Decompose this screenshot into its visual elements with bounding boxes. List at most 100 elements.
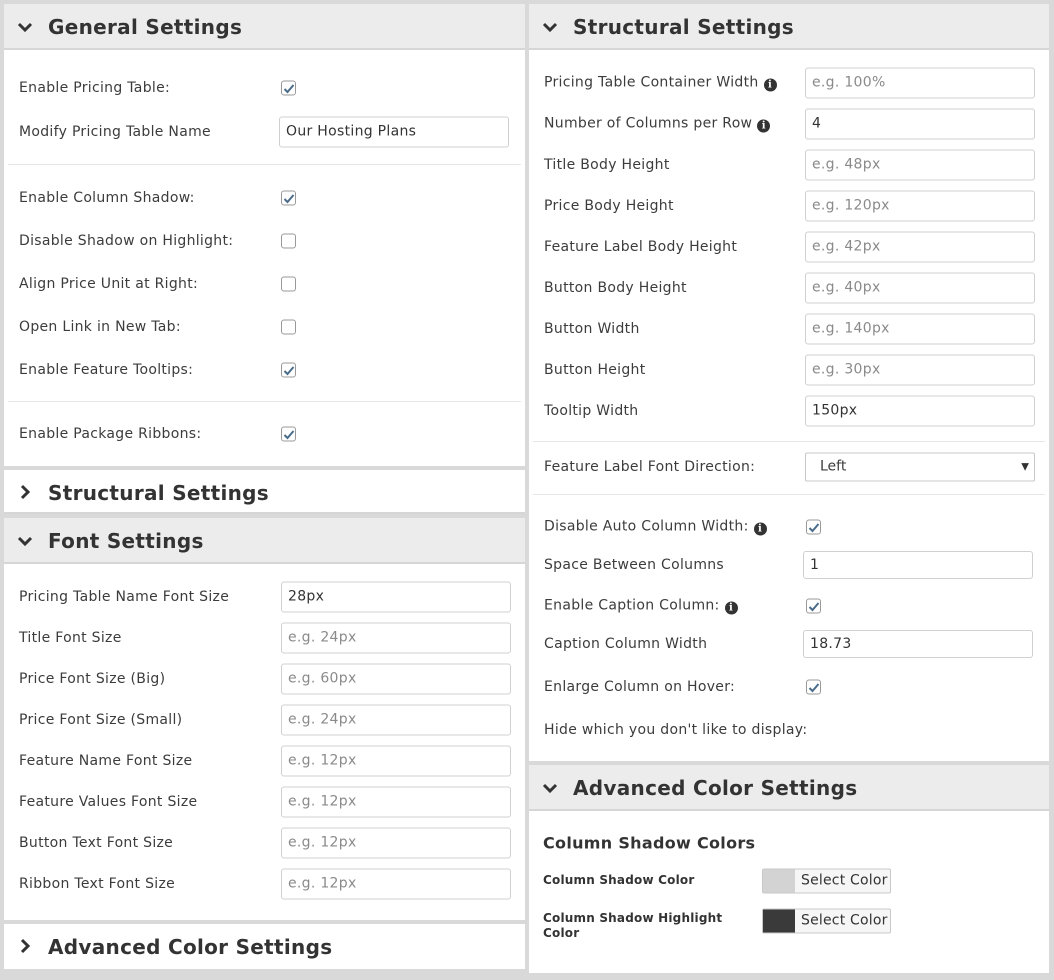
- disable-auto-width-checkbox[interactable]: [806, 519, 821, 535]
- modify-name-label: Modify Pricing Table Name: [19, 123, 211, 140]
- advanced-color-settings-header[interactable]: Advanced Color Settings: [529, 765, 1049, 811]
- font-field-row: Ribbon Text Font Size e.g. 12px: [4, 863, 525, 904]
- enable-column-shadow-label: Enable Column Shadow:: [19, 189, 195, 206]
- checkmark-icon: [283, 365, 295, 375]
- enable-feature-tooltips-label: Enable Feature Tooltips:: [19, 361, 194, 378]
- structural-field-row: Feature Label Body Height e.g. 42px: [529, 226, 1049, 267]
- structural-input[interactable]: e.g. 120px: [805, 190, 1035, 221]
- checkmark-icon: [808, 683, 820, 693]
- enable-package-ribbons-checkbox[interactable]: [281, 426, 296, 442]
- font-field-row: Price Font Size (Small) e.g. 24px: [4, 699, 525, 740]
- chevron-down-icon: [17, 536, 33, 547]
- color-swatch: [763, 869, 795, 893]
- font-field-label: Pricing Table Name Font Size: [19, 588, 230, 605]
- checkmark-icon: [283, 193, 295, 203]
- structural-input[interactable]: 150px: [805, 395, 1035, 426]
- chevron-down-icon: [542, 783, 558, 794]
- font-fields-list: Pricing Table Name Font Size 28px Title Fo…: [4, 576, 525, 904]
- chevron-down-icon: [17, 22, 33, 33]
- font-field-label: Price Font Size (Big): [19, 670, 166, 687]
- select-color-text: Select Color: [801, 872, 888, 889]
- font-size-input[interactable]: e.g. 24px: [281, 704, 511, 735]
- disable-auto-width-label: Disable Auto Column Width: i: [544, 519, 767, 536]
- advanced-color-collapsed-title: Advanced Color Settings: [48, 935, 333, 959]
- enlarge-hover-row: Enlarge Column on Hover:: [529, 659, 1049, 715]
- enable-caption-checkbox[interactable]: [806, 598, 821, 614]
- font-size-input[interactable]: 28px: [281, 581, 511, 612]
- column-shadow-highlight-label: Column Shadow Highlight Color: [543, 911, 723, 940]
- caption-width-row: Caption Column Width 18.73: [529, 629, 1049, 659]
- structural-fields-list: Pricing Table Container Width i e.g. 100% N…: [529, 62, 1049, 431]
- disable-shadow-highlight-label: Disable Shadow on Highlight:: [19, 232, 234, 249]
- info-icon[interactable]: i: [724, 601, 738, 615]
- structural-input[interactable]: e.g. 30px: [805, 354, 1035, 385]
- disable-shadow-highlight-checkbox[interactable]: [281, 233, 296, 248]
- enable-feature-tooltips-checkbox[interactable]: [281, 362, 296, 377]
- font-field-row: Feature Name Font Size e.g. 12px: [4, 740, 525, 781]
- structural-field-row: Pricing Table Container Width i e.g. 100%: [529, 62, 1049, 103]
- enable-pricing-table-checkbox[interactable]: [281, 80, 296, 96]
- structural-input[interactable]: e.g. 42px: [805, 231, 1035, 262]
- advanced-color-collapsed-header[interactable]: Advanced Color Settings: [4, 924, 525, 969]
- structural-field-label: Price Body Height: [544, 197, 674, 214]
- info-icon[interactable]: i: [757, 119, 771, 132]
- structural-field-row: Button Body Height e.g. 40px: [529, 267, 1049, 308]
- checkmark-icon: [808, 523, 820, 533]
- caption-width-input[interactable]: 18.73: [803, 630, 1033, 658]
- enable-package-ribbons-row: Enable Package Ribbons:: [4, 412, 525, 456]
- enable-package-ribbons-label: Enable Package Ribbons:: [19, 426, 202, 442]
- structural-settings-collapsed-header[interactable]: Structural Settings: [4, 470, 525, 514]
- space-between-label: Space Between Columns: [544, 557, 725, 573]
- space-between-input[interactable]: 1: [803, 551, 1033, 579]
- hide-display-row: Hide which you don't like to display:: [529, 715, 1049, 745]
- enable-caption-row: Enable Caption Column: i: [529, 583, 1049, 629]
- open-link-new-tab-row: Open Link in New Tab:: [4, 305, 525, 348]
- font-size-input[interactable]: e.g. 12px: [281, 786, 511, 817]
- structural-field-label: Pricing Table Container Width i: [544, 74, 777, 91]
- font-size-input[interactable]: e.g. 24px: [281, 622, 511, 653]
- align-price-unit-row: Align Price Unit at Right:: [4, 262, 525, 305]
- structural-input[interactable]: e.g. 100%: [805, 67, 1035, 98]
- structural-input[interactable]: e.g. 48px: [805, 149, 1035, 180]
- font-size-input[interactable]: e.g. 60px: [281, 663, 511, 694]
- structural-field-row: Tooltip Width 150px: [529, 390, 1049, 431]
- pricing-table-name-input[interactable]: Our Hosting Plans: [279, 116, 509, 147]
- font-field-label: Ribbon Text Font Size: [19, 875, 176, 892]
- dropdown-arrow-icon: ▼: [1021, 461, 1029, 473]
- structural-input[interactable]: 4: [805, 108, 1035, 139]
- structural-settings-header[interactable]: Structural Settings: [529, 4, 1049, 50]
- column-shadow-color-row: Column Shadow Color Select Color: [529, 861, 1049, 901]
- structural-settings-panel: Structural Settings Pricing Table Contai…: [529, 4, 1049, 761]
- caption-width-label: Caption Column Width: [544, 636, 708, 652]
- right-column: Structural Settings Pricing Table Contai…: [529, 4, 1049, 973]
- enlarge-hover-checkbox[interactable]: [806, 679, 821, 695]
- enable-pricing-table-row: Enable Pricing Table:: [4, 66, 525, 110]
- structural-input[interactable]: e.g. 40px: [805, 272, 1035, 303]
- column-shadow-highlight-button[interactable]: Select Color: [762, 908, 891, 934]
- structural-input[interactable]: e.g. 140px: [805, 313, 1035, 344]
- font-size-input[interactable]: e.g. 12px: [281, 827, 511, 858]
- font-field-label: Button Text Font Size: [19, 834, 174, 851]
- info-icon[interactable]: i: [763, 78, 777, 91]
- column-shadow-colors-heading-row: Column Shadow Colors: [529, 825, 1049, 861]
- align-price-unit-label: Align Price Unit at Right:: [19, 275, 199, 292]
- open-link-new-tab-checkbox[interactable]: [281, 319, 296, 334]
- align-price-unit-checkbox[interactable]: [281, 276, 296, 291]
- font-field-row: Price Font Size (Big) e.g. 60px: [4, 658, 525, 699]
- column-shadow-color-button[interactable]: Select Color: [762, 868, 891, 894]
- structural-field-label: Button Height: [544, 361, 646, 378]
- structural-field-row: Number of Columns per Row i 4: [529, 103, 1049, 144]
- font-settings-header[interactable]: Font Settings: [4, 518, 525, 564]
- font-size-input[interactable]: e.g. 12px: [281, 745, 511, 776]
- font-settings-title: Font Settings: [48, 529, 204, 553]
- general-settings-header[interactable]: General Settings: [4, 4, 525, 50]
- space-between-row: Space Between Columns 1: [529, 547, 1049, 583]
- info-icon[interactable]: i: [753, 522, 767, 536]
- structural-field-row: Button Height e.g. 30px: [529, 349, 1049, 390]
- font-direction-label: Feature Label Font Direction:: [544, 459, 756, 475]
- font-direction-select[interactable]: Left ▼: [805, 452, 1035, 482]
- font-field-row: Feature Values Font Size e.g. 12px: [4, 781, 525, 822]
- font-size-input[interactable]: e.g. 12px: [281, 868, 511, 899]
- enable-column-shadow-checkbox[interactable]: [281, 190, 296, 205]
- checkmark-icon: [283, 430, 295, 440]
